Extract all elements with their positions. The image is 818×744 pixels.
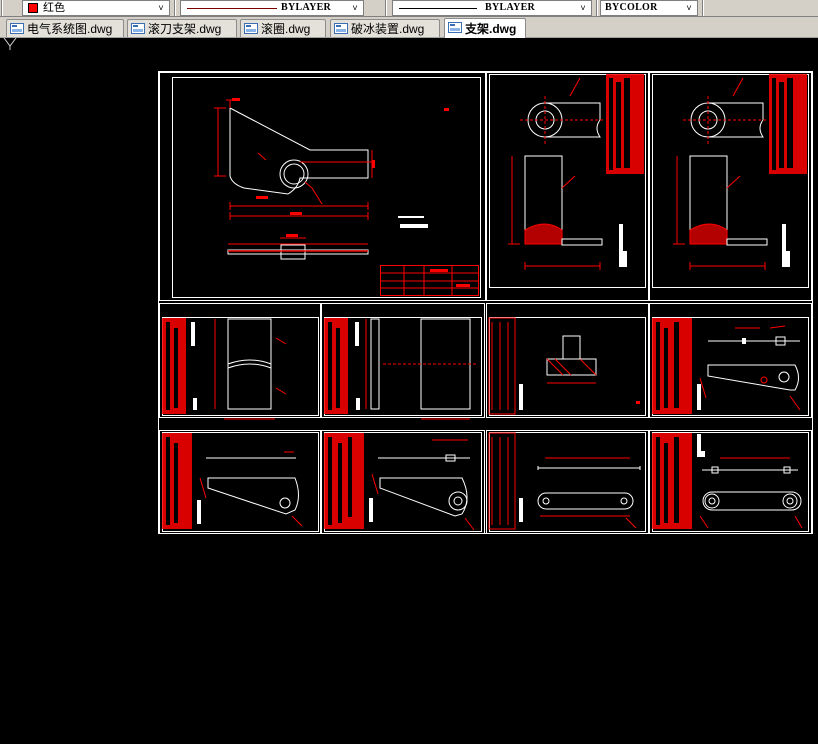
sheet-6-drawing [488, 317, 640, 415]
color-swatch [28, 3, 38, 13]
sheet-2-drawing [508, 74, 644, 270]
toolbar-separator [702, 0, 704, 16]
drawing-sheets [158, 71, 813, 534]
sheet-9-drawing [324, 433, 475, 531]
sheet-10-frame [489, 432, 646, 532]
toolbar-separator [385, 0, 387, 16]
chevron-down-icon[interactable]: ˅ [577, 2, 589, 14]
lineweight-dropdown-label: BYLAYER [485, 2, 536, 13]
tab-label: 支架.dwg [465, 22, 517, 36]
lineweight-dropdown[interactable]: BYLAYER ˅ [392, 0, 592, 16]
tab-label: 破冰装置.dwg [351, 22, 425, 36]
plotstyle-dropdown[interactable]: BYCOLOR ˅ [600, 0, 698, 16]
plotstyle-dropdown-label: BYCOLOR [605, 2, 658, 13]
dwg-file-icon [244, 23, 258, 34]
linetype-dropdown-label: BYLAYER [281, 2, 332, 13]
sheet-10 [486, 430, 649, 534]
toolbar-separator [1, 0, 3, 16]
color-dropdown-label: 红色 [43, 2, 65, 14]
properties-toolbar: 红色 ˅ BYLAYER ˅ BYLAYER ˅ BYCOLOR ˅ [0, 0, 818, 17]
sheet-5-drawing [324, 318, 478, 420]
main-part-dimensions [214, 99, 373, 245]
sheet-8-drawing [162, 433, 303, 529]
sheet-10-drawing [488, 432, 641, 530]
sheet-6 [486, 303, 649, 418]
sheet-main-frame [172, 77, 481, 298]
tab-gunquan[interactable]: 滚圈.dwg [240, 19, 326, 37]
tab-gundaozhijia[interactable]: 滚刀支架.dwg [127, 19, 237, 37]
tab-zhijia[interactable]: 支架.dwg [444, 18, 526, 38]
dwg-file-icon [334, 23, 348, 34]
sheet-11-drawing [652, 433, 803, 529]
linetype-dropdown[interactable]: BYLAYER ˅ [180, 0, 364, 16]
linetype-preview [187, 8, 277, 9]
tab-dianqi[interactable]: 电气系统图.dwg [6, 19, 124, 37]
color-dropdown[interactable]: 红色 ˅ [22, 0, 170, 16]
sheet-4-drawing [162, 318, 287, 420]
document-tab-bar: 电气系统图.dwg 滚刀支架.dwg 滚圈.dwg 破冰装置.dwg 支架.dw… [0, 17, 818, 38]
main-title-block [380, 216, 479, 296]
lineweight-preview [399, 8, 477, 9]
tab-label: 滚刀支架.dwg [148, 22, 222, 36]
tab-label: 滚圈.dwg [261, 22, 311, 36]
dwg-file-icon [448, 22, 462, 33]
dwg-file-icon [10, 23, 24, 34]
sheet-main [159, 72, 486, 301]
drawing-canvas[interactable] [0, 38, 818, 744]
toolbar-separator [596, 0, 598, 16]
sheet-7-drawing [652, 318, 801, 414]
tab-pobing[interactable]: 破冰装置.dwg [330, 19, 440, 37]
sheet-5-frame [324, 317, 482, 416]
toolbar-separator [174, 0, 176, 16]
chevron-down-icon[interactable]: ˅ [155, 2, 167, 14]
ucs-axis-icon [3, 38, 17, 50]
tab-label: 电气系统图.dwg [27, 22, 113, 36]
chevron-down-icon[interactable]: ˅ [349, 2, 361, 14]
sheet-3-drawing [673, 74, 807, 270]
dwg-file-icon [131, 23, 145, 34]
main-part-dim-text [228, 98, 449, 252]
chevron-down-icon[interactable]: ˅ [683, 2, 695, 14]
sheet-6-frame [489, 317, 646, 416]
